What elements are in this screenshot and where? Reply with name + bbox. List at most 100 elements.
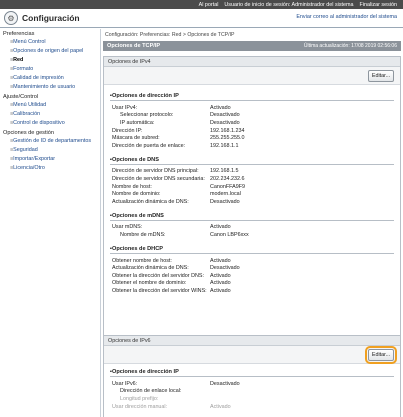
- section-heading: Opciones de dirección IP: [110, 93, 394, 101]
- setting-row: Dirección de servidor DNS principal: 192.…: [110, 168, 394, 176]
- setting-value: 192.168.1.1: [210, 142, 239, 149]
- setting-row: Obtener la dirección del servidor DNS: Ac…: [110, 272, 394, 280]
- sidebar-section-heading: Preferencias: [3, 31, 35, 37]
- setting-label: Nombre de mDNS:: [120, 231, 166, 238]
- setting-value: Activado: [210, 287, 231, 294]
- setting-value: Activado: [210, 104, 231, 111]
- setting-value: modern.local: [210, 191, 241, 198]
- sidebar-section-heading: Ajuste/Control: [3, 94, 39, 100]
- setting-label: Actualización dinámica de DNS:: [112, 265, 189, 272]
- sidebar-item[interactable]: Formato: [0, 65, 100, 74]
- ipv4-panel: Opciones de IPv4 Editar... Opciones de d…: [103, 56, 401, 361]
- setting-row: Dirección de enlace local:: [110, 388, 394, 396]
- setting-row: Obtener el nombre de dominio: Activado: [110, 280, 394, 288]
- ipv4-edit-button[interactable]: Editar...: [368, 70, 394, 82]
- setting-row: Actualización dinámica de DNS: Desactivad…: [110, 198, 394, 206]
- sidebar-item[interactable]: Calibración: [0, 110, 100, 119]
- sidebar-item[interactable]: Opciones de origen del papel: [0, 47, 100, 56]
- ipv6-edit-button[interactable]: Editar...: [365, 346, 397, 364]
- sidebar-item[interactable]: Menú Utilidad: [0, 101, 100, 110]
- setting-row: Nombre de dominio: modern.local: [110, 190, 394, 198]
- setting-row: Usar dirección manual: Activado: [110, 403, 394, 411]
- setting-label: IP automática:: [120, 119, 155, 126]
- setting-label: Máscara de subred:: [112, 135, 160, 142]
- setting-value: 255.255.255.0: [210, 135, 245, 142]
- setting-value: Desactivado: [210, 112, 240, 119]
- sidebar-item[interactable]: Seguridad: [0, 146, 100, 155]
- top-bar: Al portal Usuario de inicio de sesión: A…: [0, 0, 403, 9]
- portal-link[interactable]: Al portal: [199, 2, 219, 8]
- setting-row: Usar mDNS: Activado: [110, 224, 394, 232]
- setting-label: Nombre de host:: [112, 183, 152, 190]
- settings-logo-icon: ⚙: [4, 11, 18, 25]
- setting-label: Dirección de puerta de enlace:: [112, 142, 186, 149]
- sidebar-item[interactable]: Mantenimiento de usuario: [0, 83, 100, 92]
- setting-label: Usar dirección manual:: [112, 403, 168, 410]
- sidebar-item[interactable]: Menú Control: [0, 38, 100, 47]
- setting-label: Obtener la dirección del servidor WINS:: [112, 287, 207, 294]
- sidebar-item[interactable]: Control de dispositivo: [0, 119, 100, 128]
- setting-label: Longitud prefijo:: [120, 395, 159, 402]
- setting-label: Dirección de servidor DNS principal:: [112, 168, 199, 175]
- setting-value: Canon LBP6xxx: [210, 231, 249, 238]
- setting-label: Obtener el nombre de dominio:: [112, 280, 187, 287]
- sidebar-item[interactable]: Gestión de ID de departamentos: [0, 137, 100, 146]
- setting-value: Activado: [210, 224, 231, 231]
- setting-row: Actualización dinámica de DNS: Desactivad…: [110, 264, 394, 272]
- sidebar-item[interactable]: Importar/Exportar: [0, 155, 100, 164]
- setting-row: Máscara de subred: 255.255.255.0: [110, 134, 394, 142]
- sidebar: PreferenciasMenú ControlOpciones de orig…: [0, 29, 101, 417]
- setting-row: Obtener la dirección del servidor WINS: A…: [110, 287, 394, 295]
- setting-value: Activado: [210, 403, 231, 410]
- setting-label: Seleccionar protocolo:: [120, 112, 174, 119]
- setting-row: Usar IPv6: Desactivado: [110, 380, 394, 388]
- mail-admin-link[interactable]: Enviar correo al administrador del siste…: [296, 14, 397, 20]
- setting-row: Obtener nombre de host: Activado: [110, 257, 394, 265]
- page-header: Opciones de TCP/IP Última actualización:…: [103, 41, 401, 51]
- section-heading: Opciones de DNS: [110, 157, 394, 165]
- app-title: Configuración: [22, 13, 80, 23]
- breadcrumb: Configuración: Preferencias: Red > Opcio…: [105, 32, 235, 38]
- setting-row: Usar IPv4: Activado: [110, 104, 394, 112]
- ipv6-section-heading: Opciones de dirección IP: [110, 369, 394, 377]
- last-updated: Última actualización: 17/08 2019 02:56:0…: [303, 43, 397, 49]
- setting-value: Activado: [210, 280, 231, 287]
- setting-row: Dirección de servidor DNS secundaria: 202…: [110, 175, 394, 183]
- setting-value: 202.234.232.6: [210, 175, 245, 182]
- header: ⚙ Configuración Enviar correo al adminis…: [0, 9, 403, 28]
- setting-label: Nombre de dominio:: [112, 191, 161, 198]
- main-content: Configuración: Preferencias: Red > Opcio…: [103, 29, 401, 417]
- ipv4-toolbar: Editar...: [104, 67, 400, 85]
- sidebar-item[interactable]: Licencia/Otro: [0, 164, 100, 173]
- sidebar-item[interactable]: Red: [0, 56, 100, 65]
- ipv4-panel-title: Opciones de IPv4: [104, 57, 400, 67]
- page-title: Opciones de TCP/IP: [107, 43, 161, 49]
- setting-value: 192.168.1.234: [210, 127, 245, 134]
- ipv6-toolbar: Editar...: [104, 346, 400, 364]
- setting-row: Dirección IP: 192.168.1.234: [110, 127, 394, 135]
- setting-label: Usar IPv6:: [112, 380, 138, 387]
- setting-value: Desactivado: [210, 198, 240, 205]
- setting-row: Nombre de host: CanonFFA9F9: [110, 183, 394, 191]
- sidebar-item[interactable]: Calidad de impresión: [0, 74, 100, 83]
- setting-label: Obtener nombre de host:: [112, 257, 172, 264]
- setting-value: Activado: [210, 272, 231, 279]
- setting-value: Activado: [210, 257, 231, 264]
- logout-link[interactable]: Finalizar sesión: [360, 2, 397, 8]
- ipv6-panel: Opciones de IPv6 Editar... Opciones de d…: [103, 335, 401, 417]
- login-user-text: Usuario de inicio de sesión: Administrad…: [224, 1, 354, 8]
- ipv6-settings: Opciones de dirección IP Usar IPv6: Desac…: [104, 364, 400, 416]
- setting-row: Dirección de puerta de enlace: 192.168.1.…: [110, 142, 394, 150]
- setting-row: Longitud prefijo:: [110, 395, 394, 403]
- setting-label: Dirección IP:: [112, 127, 143, 134]
- setting-label: Dirección de servidor DNS secundaria:: [112, 175, 205, 182]
- setting-value: Desactivado: [210, 265, 240, 272]
- setting-value: CanonFFA9F9: [210, 183, 246, 190]
- setting-label: Actualización dinámica de DNS:: [112, 198, 189, 205]
- ipv4-settings: Opciones de dirección IP Usar IPv4: Activa…: [104, 85, 400, 304]
- setting-row: Seleccionar protocolo: Desactivado: [110, 112, 394, 120]
- setting-row: Nombre de mDNS: Canon LBP6xxx: [110, 231, 394, 239]
